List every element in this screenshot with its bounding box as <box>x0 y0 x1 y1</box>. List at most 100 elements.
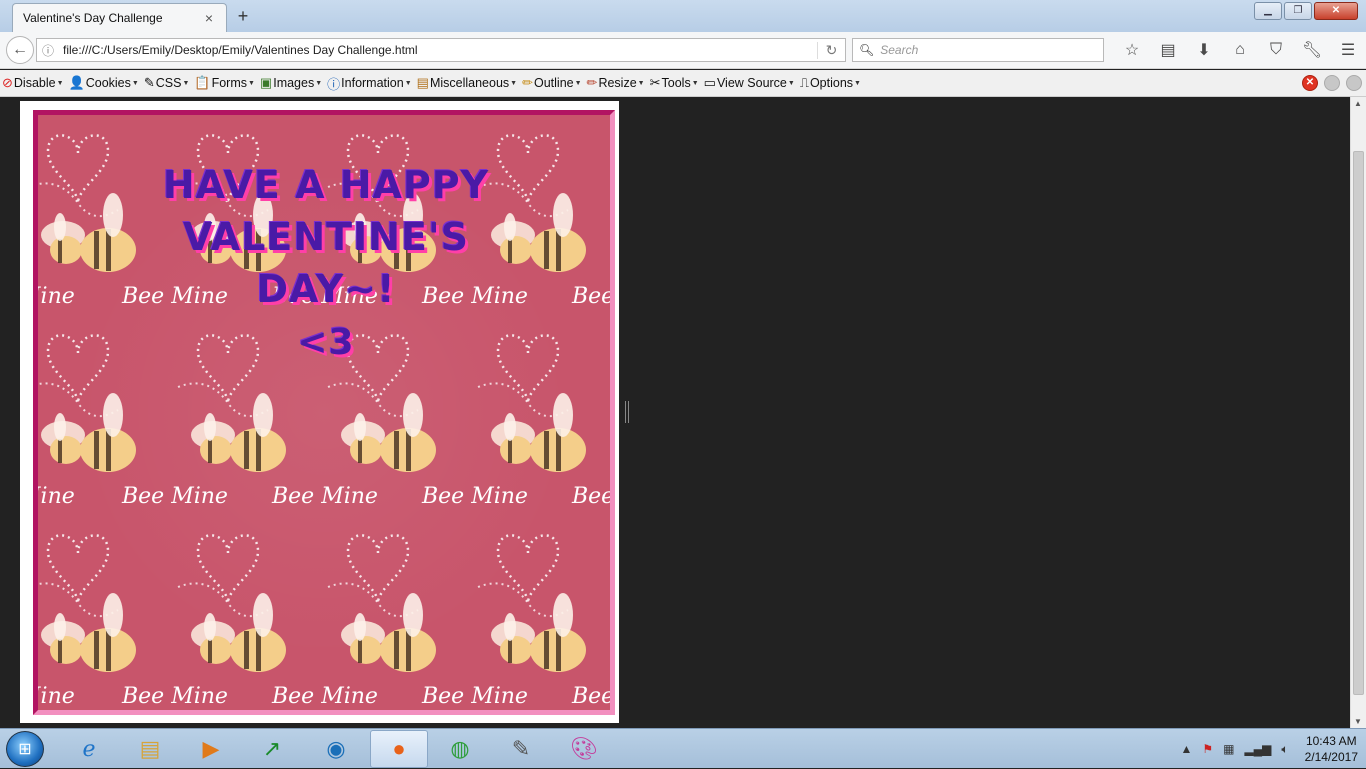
paint-icon[interactable]: 🎨︎ <box>555 730 613 768</box>
devbar-options[interactable]: ⎍ Options ▼ <box>800 75 861 91</box>
dropdown-icon: ▼ <box>182 79 190 87</box>
devbar-miscellaneous[interactable]: ▤ Miscellaneous ▼ <box>417 75 517 91</box>
devbar-cookies[interactable]: 👤 Cookies ▼ <box>69 75 139 91</box>
images-icon: ▣ <box>259 75 273 90</box>
resize-splitter[interactable] <box>625 401 629 423</box>
bee-mine-text: Bee Mine <box>271 684 378 709</box>
valentine-headline: HAVE A HAPPY VALENTINE'S DAY~! <3 <box>136 159 516 371</box>
stock-app-icon[interactable]: ↗ <box>243 730 301 768</box>
devbar-label: Resize <box>598 76 637 90</box>
headline-line-2: VALENTINE'S <box>182 215 470 259</box>
close-tab-icon[interactable]: × <box>202 10 216 26</box>
devbar-disable[interactable]: ⊘ Disable ▼ <box>2 75 64 91</box>
notepad-icon[interactable]: ✎ <box>492 730 550 768</box>
new-tab-button[interactable]: + <box>232 5 254 27</box>
dropdown-icon: ▼ <box>854 79 861 87</box>
devbar-images[interactable]: ▣ Images ▼ <box>260 75 322 91</box>
resize-icon: ✏ <box>586 75 598 90</box>
headline-line-3: DAY~! <box>256 267 396 311</box>
site-info-icon[interactable]: ⓘ <box>37 42 59 59</box>
error-status-icon[interactable]: ✕ <box>1302 75 1318 91</box>
flag-icon[interactable]: ⚑ <box>1202 742 1213 756</box>
window-titlebar: Valentine's Day Challenge × + ▁ ❐ ✕ <box>0 0 1366 32</box>
search-icon: 🔍︎ <box>859 43 875 57</box>
menu-icon[interactable]: ☰ <box>1330 36 1366 64</box>
clock[interactable]: 10:43 AM 2/14/2017 <box>1305 733 1358 765</box>
bookmark-star-icon[interactable]: ☆ <box>1114 36 1150 64</box>
scroll-up-icon[interactable]: ▲ <box>1354 99 1362 108</box>
volume-icon[interactable]: 🔈︎ <box>1281 742 1288 757</box>
warning-status-icon[interactable] <box>1324 75 1340 91</box>
wrench-icon[interactable]: 🔧︎ <box>1294 36 1330 64</box>
signal-icon[interactable]: ▂▄▆ <box>1244 742 1271 756</box>
devbar-resize[interactable]: ✏ Resize ▼ <box>587 75 645 91</box>
firefox-icon[interactable]: ● <box>370 730 428 768</box>
devbar-label: Disable <box>13 76 56 90</box>
device-icon[interactable]: ▦ <box>1223 742 1234 756</box>
scroll-down-icon[interactable]: ▼ <box>1354 717 1362 726</box>
media-player-icon[interactable]: ▶ <box>182 730 240 768</box>
dropdown-icon: ▼ <box>56 79 64 87</box>
tools-icon: ✂ <box>649 75 661 90</box>
browser-tab[interactable]: Valentine's Day Challenge × <box>12 3 227 32</box>
headline-heart: <3 <box>297 322 355 363</box>
minimize-button[interactable]: ▁ <box>1254 2 1282 20</box>
start-button[interactable]: ⊞ <box>6 731 44 767</box>
chrome-icon[interactable]: ◍ <box>431 730 489 768</box>
clock-date: 2/14/2017 <box>1304 750 1358 764</box>
back-arrow-icon: ← <box>12 41 28 58</box>
reload-icon[interactable]: ↻ <box>817 41 845 59</box>
search-placeholder: Search <box>880 43 919 57</box>
devbar-label: CSS <box>155 76 182 90</box>
devbar-css[interactable]: ✎ CSS ▼ <box>144 75 190 91</box>
home-icon[interactable]: ⌂ <box>1222 36 1258 64</box>
dropdown-icon: ▼ <box>637 79 645 87</box>
javascript-status-icon[interactable] <box>1346 75 1362 91</box>
devbar-label: Miscellaneous <box>429 76 510 90</box>
outline-icon: ✏ <box>522 75 533 90</box>
cookies-icon: 👤 <box>68 75 85 90</box>
bee-mine-text: Bee Mine <box>121 484 228 509</box>
web-developer-toolbar: ⊘ Disable ▼ 👤 Cookies ▼ ✎ CSS ▼ 📋 Forms ▼ ▣ Image… <box>0 70 1366 97</box>
reading-list-icon[interactable]: ▤ <box>1150 36 1186 64</box>
back-button[interactable]: ← <box>6 36 34 64</box>
page-viewport: Mine Bee Mine Bee Mine Bee Mine Bee Mine… <box>0 97 1350 728</box>
devbar-view-source[interactable]: ▭ View Source ▼ <box>704 75 795 91</box>
bee-mine-text: Bee Mine <box>421 484 528 509</box>
dropdown-icon: ▼ <box>131 79 139 87</box>
devbar-label: Information <box>341 76 404 90</box>
url-bar[interactable]: ⓘ file:///C:/Users/Emily/Desktop/Emily/V… <box>36 38 846 62</box>
windows-taskbar: ⊞ ℯ ▤ ▶ ↗ ◉ ● ◍ ✎ 🎨︎ ▲ ⚑ ▦ ▂▄▆ 🔈︎ 10:43 … <box>0 728 1366 768</box>
devbar-label: Outline <box>534 76 574 90</box>
vertical-scrollbar[interactable]: ▲ ▼ <box>1350 97 1366 728</box>
tab-title: Valentine's Day Challenge <box>23 11 163 25</box>
show-hidden-icons-icon[interactable]: ▲ <box>1180 742 1192 756</box>
bee-mine-text: Bee <box>571 684 610 709</box>
url-text[interactable]: file:///C:/Users/Emily/Desktop/Emily/Val… <box>59 43 817 57</box>
nav-toolbar-icons: ☆ ▤ ⬇ ⌂ ⛉ 🔧︎ ☰ <box>1114 36 1366 64</box>
bee-mine-text: Mine <box>38 684 75 709</box>
bee-mine-text: Bee Mine <box>121 684 228 709</box>
devbar-forms[interactable]: 📋 Forms ▼ <box>194 75 255 91</box>
devbar-outline[interactable]: ✏ Outline ▼ <box>522 75 581 91</box>
pocket-icon[interactable]: ⛉ <box>1258 36 1294 64</box>
devbar-information[interactable]: ⓘ Information ▼ <box>327 74 411 93</box>
search-input[interactable]: 🔍︎ Search <box>852 38 1104 62</box>
dropdown-icon: ▼ <box>787 79 795 87</box>
network-icon[interactable]: ◉ <box>307 730 365 768</box>
file-explorer-icon[interactable]: ▤ <box>121 730 179 768</box>
devbar-tools[interactable]: ✂ Tools ▼ <box>650 75 699 91</box>
bee-mine-text: Mine <box>38 284 75 309</box>
maximize-button[interactable]: ❐ <box>1284 2 1312 20</box>
devbar-label: View Source <box>716 76 787 90</box>
bee-mine-text: Mine <box>38 484 75 509</box>
download-icon[interactable]: ⬇ <box>1186 36 1222 64</box>
internet-explorer-icon[interactable]: ℯ <box>60 730 118 768</box>
bee-mine-text: Bee <box>571 284 610 309</box>
scrollbar-thumb[interactable] <box>1353 151 1364 695</box>
forms-icon: 📋 <box>194 75 211 90</box>
devbar-label: Options <box>809 76 854 90</box>
bee-mine-text: Bee Mine <box>421 684 528 709</box>
close-window-button[interactable]: ✕ <box>1314 2 1358 20</box>
windows-logo-icon: ⊞ <box>18 741 32 758</box>
